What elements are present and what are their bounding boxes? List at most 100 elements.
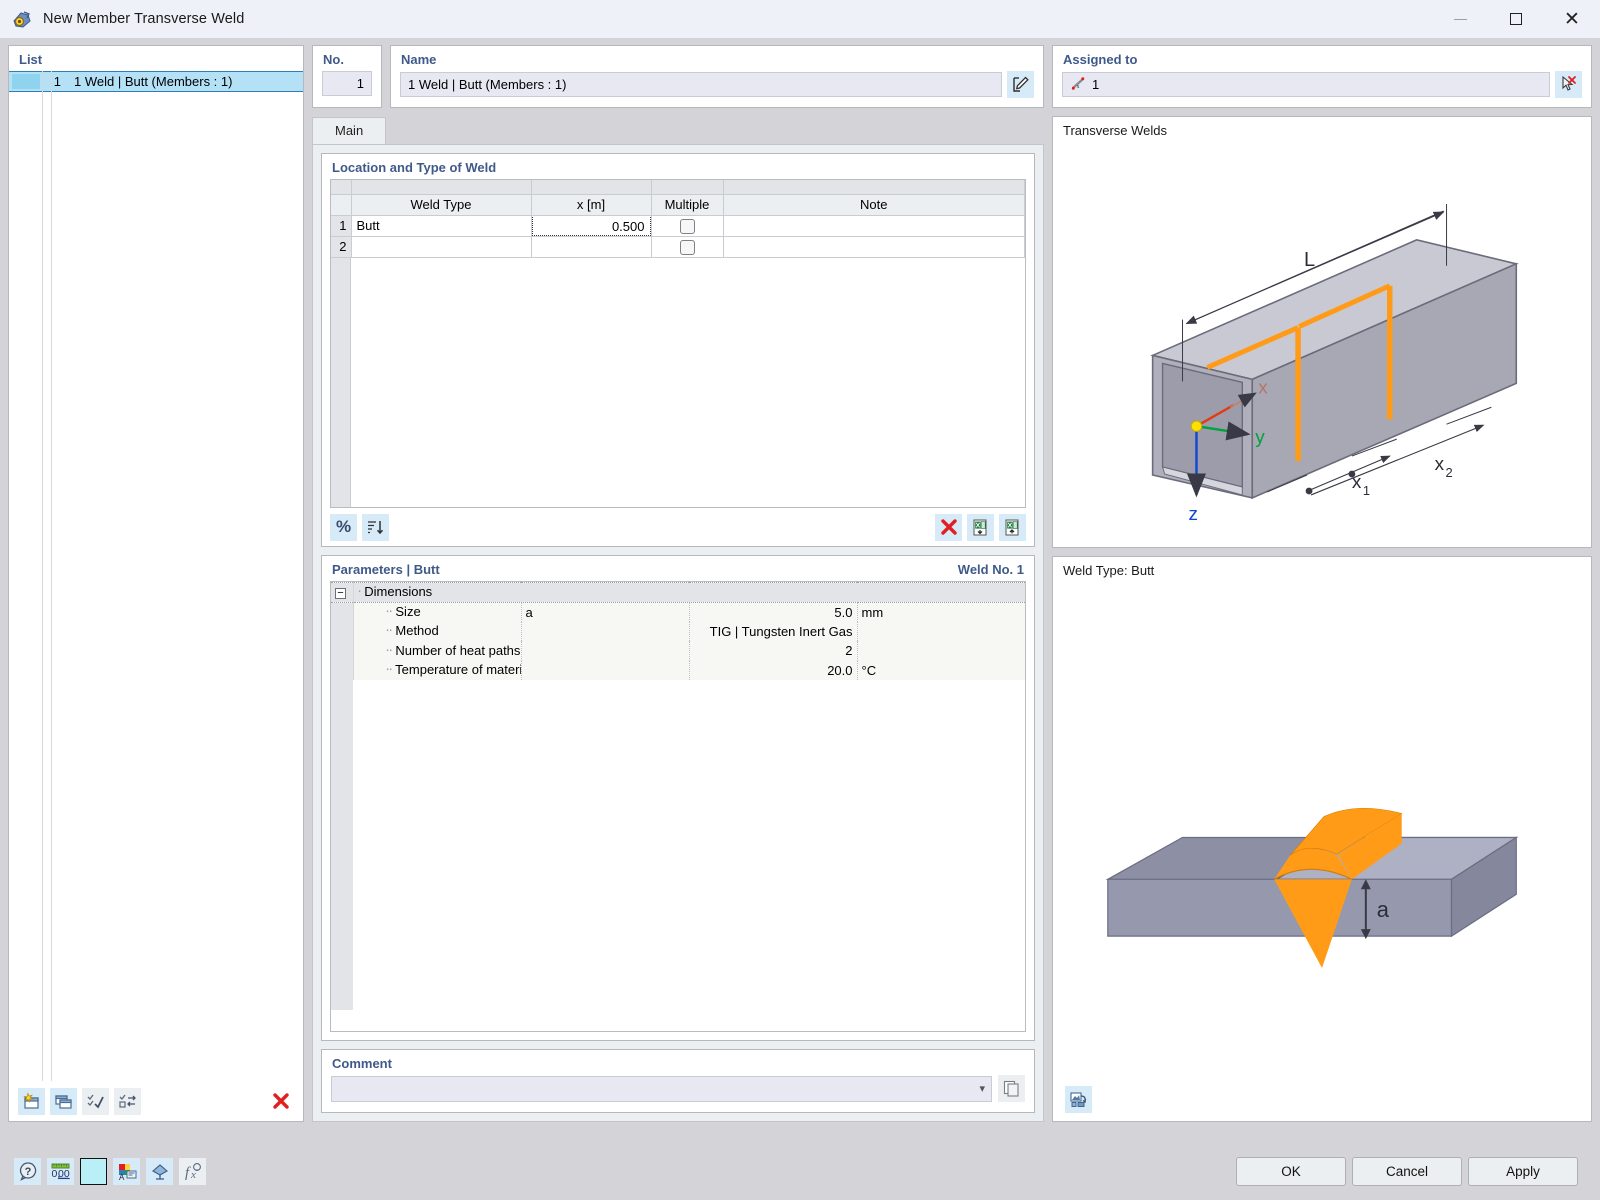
- parameter-value[interactable]: 5.0: [688, 602, 857, 622]
- help-button[interactable]: ?: [14, 1157, 41, 1185]
- parameter-row[interactable]: ‧‧ Number of heat paths 2: [331, 641, 1025, 661]
- units-button[interactable]: 0, 00: [47, 1157, 74, 1185]
- location-section-caption: Location and Type of Weld: [332, 160, 497, 175]
- color-swatch-button[interactable]: [80, 1157, 107, 1185]
- weld-app-icon: [11, 8, 33, 30]
- column-header-note[interactable]: Note: [723, 194, 1025, 216]
- svg-text:x: x: [190, 1169, 196, 1181]
- parameter-value[interactable]: TIG | Tungsten Inert Gas: [688, 621, 857, 641]
- chevron-down-icon[interactable]: ▾: [979, 1082, 985, 1095]
- svg-text:x: x: [1077, 84, 1080, 90]
- weld-table: Weld Type x [m] Multiple Note 1 Butt 0.5…: [331, 180, 1025, 258]
- weld-number-label: Weld No. 1: [957, 562, 1024, 577]
- svg-text:?: ?: [24, 1166, 31, 1178]
- delete-item-button[interactable]: [267, 1088, 294, 1115]
- row-gutter: [331, 660, 354, 680]
- delete-rows-button[interactable]: [935, 513, 962, 541]
- weld-type-view: Weld Type: Butt a: [1052, 556, 1592, 1122]
- name-field[interactable]: 1 Weld | Butt (Members : 1): [400, 72, 1002, 97]
- ok-button[interactable]: OK: [1236, 1156, 1346, 1186]
- comment-input[interactable]: ▾: [331, 1075, 992, 1102]
- copy-item-button[interactable]: [50, 1087, 77, 1115]
- weld-type-canvas[interactable]: a: [1053, 580, 1591, 1077]
- parameter-value[interactable]: 20.0: [688, 660, 857, 680]
- parameters-table: − ‧ Dimensions ‧‧ Size a 5.0 mm ‧‧ Metho…: [331, 582, 1025, 1010]
- select-in-graphics-button[interactable]: [1555, 71, 1582, 98]
- display-properties-button[interactable]: A: [113, 1157, 140, 1185]
- svg-text:1: 1: [1363, 483, 1370, 498]
- tab-strip: Main: [312, 117, 1044, 144]
- column-header-multiple[interactable]: Multiple: [651, 194, 724, 216]
- list-item-label: 1 Weld | Butt (Members : 1): [74, 74, 233, 89]
- assigned-to-panel: Assigned to x 1: [1052, 45, 1592, 108]
- table-row[interactable]: 1 Butt 0.500: [331, 215, 1025, 237]
- export-to-excel-button[interactable]: [999, 513, 1026, 541]
- parameter-unit: [856, 641, 1025, 661]
- select-all-button[interactable]: [82, 1087, 109, 1115]
- cell-note[interactable]: [723, 215, 1025, 237]
- formula-button[interactable]: f x: [179, 1157, 206, 1185]
- parameter-row[interactable]: ‧‧ Size a 5.0 mm: [331, 602, 1025, 622]
- x-input[interactable]: 0.500: [531, 215, 650, 235]
- new-item-button[interactable]: [18, 1087, 45, 1115]
- cell-weld-type[interactable]: Butt: [351, 215, 532, 237]
- assigned-to-field[interactable]: x 1: [1062, 72, 1550, 97]
- row-gutter: [331, 602, 354, 622]
- relative-values-button[interactable]: %: [330, 513, 357, 541]
- svg-text:x: x: [1435, 454, 1445, 475]
- window-title: New Member Transverse Weld: [43, 11, 245, 27]
- weld-size-label: a: [1377, 897, 1390, 922]
- column-header-weld-type[interactable]: Weld Type: [351, 194, 532, 216]
- parameter-row[interactable]: ‧‧ Temperature of material between weldi…: [331, 660, 1025, 680]
- graphic-settings-button[interactable]: [146, 1157, 173, 1185]
- parameter-symbol: [520, 641, 689, 661]
- right-panel: Assigned to x 1 Transverse Welds L x 1 x…: [1052, 45, 1592, 1122]
- cell-note[interactable]: [723, 236, 1025, 258]
- maximize-button[interactable]: [1488, 0, 1544, 39]
- number-field[interactable]: 1: [322, 71, 372, 96]
- cancel-button[interactable]: Cancel: [1352, 1156, 1462, 1186]
- row-gutter: [331, 621, 354, 641]
- multiple-checkbox[interactable]: [679, 239, 695, 255]
- svg-text:2: 2: [1446, 465, 1453, 480]
- list-grid[interactable]: 1 1 Weld | Butt (Members : 1): [9, 71, 303, 1081]
- comment-templates-button[interactable]: [998, 1075, 1025, 1102]
- apply-button[interactable]: Apply: [1468, 1156, 1578, 1186]
- tab-panel-main: Location and Type of Weld Weld Type x [m…: [312, 144, 1044, 1122]
- multiple-checkbox[interactable]: [679, 218, 695, 234]
- parameter-group-row[interactable]: − ‧ Dimensions: [331, 582, 1025, 603]
- sort-rows-button[interactable]: [362, 513, 389, 541]
- collapse-icon[interactable]: −: [335, 587, 346, 599]
- member-icon: x: [1071, 76, 1086, 94]
- dialog-window: New Member Transverse Weld ✕ List 1 1 We…: [0, 0, 1600, 1200]
- list-item-index: 1: [53, 74, 61, 89]
- row-gutter: [331, 641, 354, 661]
- cell-x-value[interactable]: 0.500: [531, 215, 652, 237]
- close-button[interactable]: ✕: [1544, 0, 1600, 39]
- cell-weld-type[interactable]: [351, 236, 532, 258]
- weld-type-title: Weld Type: Butt: [1063, 563, 1155, 578]
- parameters-grid: − ‧ Dimensions ‧‧ Size a 5.0 mm ‧‧ Metho…: [330, 581, 1026, 1032]
- invert-selection-button[interactable]: [114, 1087, 141, 1115]
- group-expander-cell[interactable]: −: [331, 582, 354, 603]
- parameter-value[interactable]: 2: [688, 641, 857, 661]
- axis-x-label: x: [1258, 377, 1268, 398]
- list-item[interactable]: 1 1 Weld | Butt (Members : 1): [9, 71, 303, 92]
- list-item-color-swatch[interactable]: [12, 74, 40, 89]
- row-index: 2: [331, 236, 352, 258]
- cell-x-value[interactable]: [531, 236, 652, 258]
- transverse-welds-canvas[interactable]: L x 1 x 2 x y z: [1053, 140, 1591, 547]
- minimize-button[interactable]: [1432, 0, 1488, 39]
- list-caption: List: [19, 52, 43, 67]
- cell-multiple[interactable]: [651, 215, 724, 237]
- import-from-excel-button[interactable]: [967, 513, 994, 541]
- table-row[interactable]: 2: [331, 236, 1025, 258]
- tab-main[interactable]: Main: [312, 117, 387, 144]
- cell-multiple[interactable]: [651, 236, 724, 258]
- parameter-row[interactable]: ‧‧ Method TIG | Tungsten Inert Gas: [331, 621, 1025, 641]
- column-header-x[interactable]: x [m]: [531, 194, 652, 216]
- edit-name-button[interactable]: [1007, 71, 1034, 98]
- update-view-button[interactable]: [1065, 1085, 1092, 1113]
- row-index: 1: [331, 215, 352, 237]
- weld-table-toolbar: %: [322, 508, 1034, 546]
